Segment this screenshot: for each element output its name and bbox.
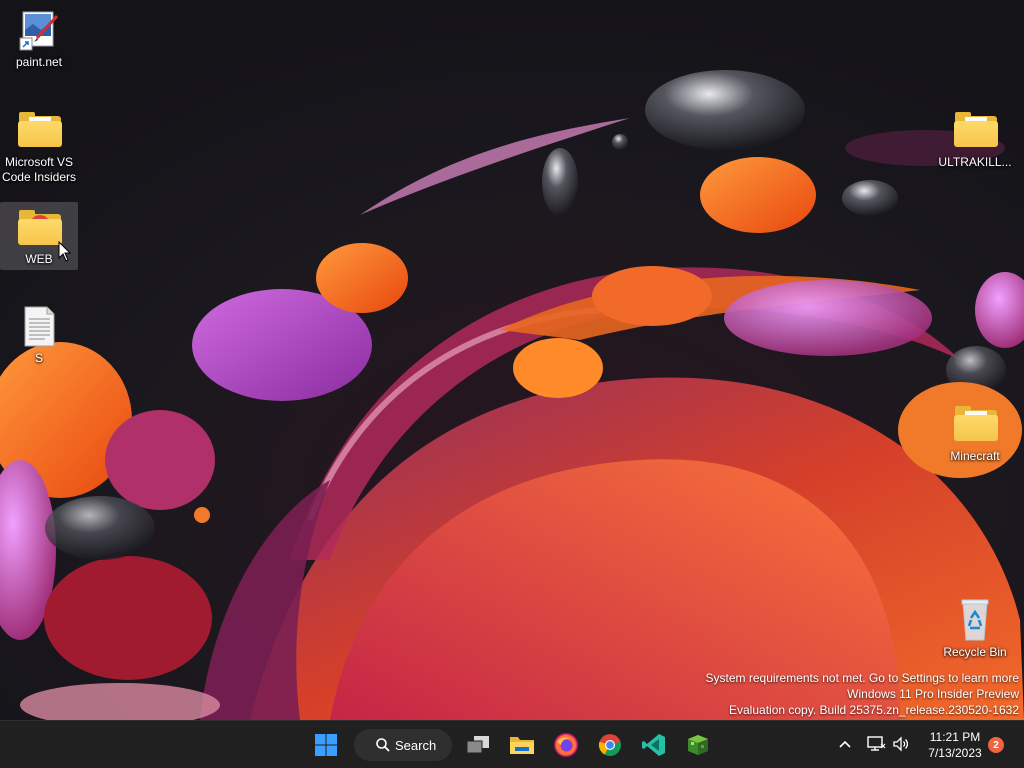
desktop-icon-label: paint.net	[15, 55, 63, 69]
clock-time: 11:21 PM	[929, 730, 981, 744]
desktop-icon-label: WEB	[25, 252, 53, 266]
folder-icon	[15, 108, 63, 152]
start-icon	[315, 734, 337, 756]
activation-watermark: System requirements not met. Go to Setti…	[706, 670, 1019, 718]
watermark-line: Evaluation copy. Build 25375.zn_release.…	[729, 703, 1019, 717]
folder-chrome-icon	[15, 206, 63, 249]
desktop-icon-ultrakill[interactable]: ULTRAKILL...	[936, 104, 1014, 173]
recycle-bin-icon	[951, 598, 999, 642]
watermark-line: System requirements not met. Go to Setti…	[705, 671, 1019, 685]
desktop-icon-label: Minecraft	[950, 449, 1000, 463]
desktop-icon-label: Recycle Bin	[943, 645, 1007, 659]
start-button[interactable]	[306, 727, 346, 763]
desktop-icon-label: S	[34, 351, 43, 365]
text-file-icon	[15, 304, 63, 348]
wallpaper	[0, 0, 1024, 720]
firefox-button[interactable]	[546, 727, 586, 763]
task-view-button[interactable]	[458, 727, 498, 763]
firefox-icon	[554, 733, 578, 757]
desktop-icon-minecraft[interactable]: Minecraft	[936, 398, 1014, 467]
chrome-icon	[598, 734, 621, 756]
folder-icon	[951, 108, 999, 152]
desktop-icon-s[interactable]: S	[0, 300, 78, 369]
desktop-icon-paint-net[interactable]: paint.net	[0, 4, 78, 73]
desktop-icon-vscode-insiders[interactable]: Microsoft VS Code Insiders	[0, 104, 78, 188]
network-icon[interactable]	[866, 735, 886, 753]
watermark-line: Windows 11 Pro Insider Preview	[847, 687, 1019, 701]
notification-badge[interactable]: 2	[988, 737, 1004, 753]
taskbar-search[interactable]: Search	[354, 729, 452, 761]
vscode-insiders-button[interactable]	[634, 727, 674, 763]
desktop[interactable]: paint.net Microsoft VS Code Insiders WEB	[0, 0, 1024, 720]
desktop-icon-label: Microsoft VS Code Insiders	[1, 155, 77, 184]
mouse-cursor-icon	[58, 241, 72, 262]
task-view-icon	[466, 736, 489, 754]
paint-net-icon	[15, 8, 63, 52]
desktop-icon-recycle-bin[interactable]: Recycle Bin	[936, 594, 1014, 663]
search-label: Search	[395, 737, 437, 753]
minecraft-icon	[688, 735, 708, 755]
taskbar: Search 11:21 PM 7/13/2023 2	[0, 720, 1024, 768]
file-explorer-icon	[510, 737, 534, 754]
chevron-up-icon[interactable]	[838, 739, 852, 749]
clock-date: 7/13/2023	[928, 746, 982, 760]
vscode-insiders-icon	[642, 734, 665, 756]
volume-icon[interactable]	[892, 735, 910, 753]
file-explorer-button[interactable]	[502, 727, 542, 763]
desktop-icon-label: ULTRAKILL...	[938, 155, 1012, 169]
minecraft-button[interactable]	[678, 727, 718, 763]
search-icon	[376, 738, 390, 752]
chrome-button[interactable]	[590, 727, 630, 763]
folder-icon	[951, 402, 999, 446]
clock[interactable]: 11:21 PM 7/13/2023	[918, 729, 992, 761]
